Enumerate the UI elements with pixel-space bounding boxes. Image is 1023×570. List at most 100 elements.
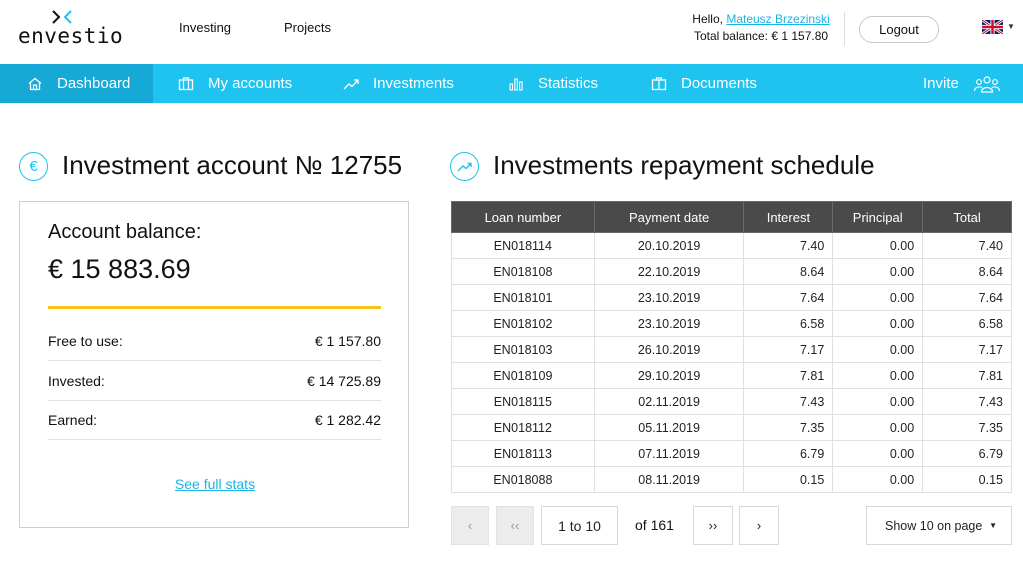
loan-number-cell: EN018101 [451,284,595,311]
logout-button[interactable]: Logout [859,16,939,43]
nav-label: Investments [373,75,454,92]
col-header-loan-number[interactable]: Loan number [451,201,595,233]
see-full-stats-link[interactable]: See full stats [20,476,410,492]
free-to-use-row: Free to use: € 1 157.80 [48,321,381,361]
loan-number-cell: EN018102 [451,310,595,337]
total-cell: 6.58 [922,310,1012,337]
nav-item-my-accounts[interactable]: My accounts [178,64,292,103]
account-balance-value: € 15 883.69 [48,254,191,284]
row-label: Earned: [48,411,98,428]
account-balance-card: Account balance: € 15 883.69 Free to use… [19,201,409,528]
nav-item-documents[interactable]: Documents [651,64,757,103]
top-header: envestio Investing Projects Hello, Mateu… [0,0,1023,64]
table-row: EN018088 08.11.2019 0.15 0.00 0.15 [451,466,1012,493]
table-row: EN018113 07.11.2019 6.79 0.00 6.79 [451,440,1012,467]
accounts-icon [178,76,194,90]
principal-cell: 0.00 [832,284,924,311]
table-row: EN018109 29.10.2019 7.81 0.00 7.81 [451,362,1012,389]
table-row: EN018108 22.10.2019 8.64 0.00 8.64 [451,258,1012,285]
payment-date-cell: 07.11.2019 [593,440,745,467]
principal-cell: 0.00 [832,414,924,441]
loan-number-cell: EN018115 [451,388,595,415]
people-icon [973,75,1000,93]
col-header-payment-date[interactable]: Payment date [593,201,745,233]
table-row: EN018102 23.10.2019 6.58 0.00 6.58 [451,310,1012,337]
loan-number-cell: EN018108 [451,258,595,285]
principal-cell: 0.00 [832,258,924,285]
principal-cell: 0.00 [832,466,924,493]
nav-item-dashboard[interactable]: Dashboard [0,64,153,103]
language-dropdown-caret-icon[interactable]: ▼ [1007,22,1015,31]
total-balance-value: € 1 157.80 [771,29,829,43]
payment-date-cell: 26.10.2019 [593,336,745,363]
payment-date-cell: 23.10.2019 [593,310,745,337]
nav-item-statistics[interactable]: Statistics [508,64,598,103]
user-greeting: Hello, Mateusz Brzezinski Total balance:… [690,11,832,45]
interest-cell: 0.15 [743,466,834,493]
payment-date-cell: 22.10.2019 [593,258,745,285]
row-value: € 14 725.89 [307,372,381,389]
row-value: € 1 282.42 [314,411,381,428]
loan-number-cell: EN018113 [451,440,595,467]
page-range-field[interactable]: 1 to 10 [541,506,618,545]
loan-number-cell: EN018103 [451,336,595,363]
principal-cell: 0.00 [832,440,924,467]
repayment-schedule-table: Loan number Payment date Interest Princi… [451,201,1012,493]
total-cell: 7.43 [922,388,1012,415]
table-row: EN018115 02.11.2019 7.43 0.00 7.43 [451,388,1012,415]
main-nav: Dashboard My accounts Investments Statis… [0,64,1023,103]
home-icon [28,77,42,90]
interest-cell: 6.79 [743,440,834,467]
payment-date-cell: 20.10.2019 [593,232,745,259]
interest-cell: 8.64 [743,258,834,285]
col-header-total[interactable]: Total [922,201,1012,233]
total-cell: 7.64 [922,284,1012,311]
next-page-button[interactable]: ›› [693,506,733,545]
last-page-button[interactable]: › [739,506,779,545]
top-link-projects[interactable]: Projects [284,20,331,35]
first-page-button[interactable]: ‹ [451,506,489,545]
principal-cell: 0.00 [832,336,924,363]
interest-cell: 7.35 [743,414,834,441]
payment-date-cell: 02.11.2019 [593,388,745,415]
bar-chart-icon [509,77,523,91]
invested-row: Invested: € 14 725.89 [48,361,381,401]
payment-date-cell: 29.10.2019 [593,362,745,389]
trend-icon [457,162,472,171]
nav-label: Documents [681,75,757,92]
table-header-row: Loan number Payment date Interest Princi… [451,201,1012,233]
total-cell: 6.79 [922,440,1012,467]
row-label: Free to use: [48,332,123,349]
row-value: € 1 157.80 [314,332,381,349]
row-label: Invested: [48,372,105,389]
documents-icon [651,76,667,90]
header-divider [844,12,845,46]
nav-label: Statistics [538,75,599,92]
brand-name: envestio [18,24,124,48]
euro-icon: € [19,152,48,181]
earned-row: Earned: € 1 282.42 [48,400,381,440]
prev-page-button[interactable]: ‹‹ [496,506,534,545]
logo-mark-icon [52,10,72,24]
total-cell: 7.35 [922,414,1012,441]
page-size-select[interactable]: Show 10 on page ▼ [866,506,1012,545]
interest-cell: 7.40 [743,232,834,259]
nav-label: My accounts [208,75,293,92]
col-header-principal[interactable]: Principal [832,201,924,233]
invite-label: Invite [923,75,959,92]
col-header-interest[interactable]: Interest [743,201,834,233]
loan-number-cell: EN018109 [451,362,595,389]
table-row: EN018101 23.10.2019 7.64 0.00 7.64 [451,284,1012,311]
payment-date-cell: 05.11.2019 [593,414,745,441]
account-title: Investment account № 12755 [62,150,403,180]
uk-flag-icon[interactable] [982,20,1003,34]
top-link-investing[interactable]: Investing [179,20,231,35]
trend-icon [343,78,359,89]
interest-cell: 7.43 [743,388,834,415]
envestio-logo[interactable]: envestio [18,10,128,50]
total-cell: 0.15 [922,466,1012,493]
total-count: of 161 [635,517,674,533]
invite-button[interactable]: Invite [923,64,1001,103]
user-name-link[interactable]: Mateusz Brzezinski [726,12,829,26]
nav-item-investments[interactable]: Investments [343,64,454,103]
